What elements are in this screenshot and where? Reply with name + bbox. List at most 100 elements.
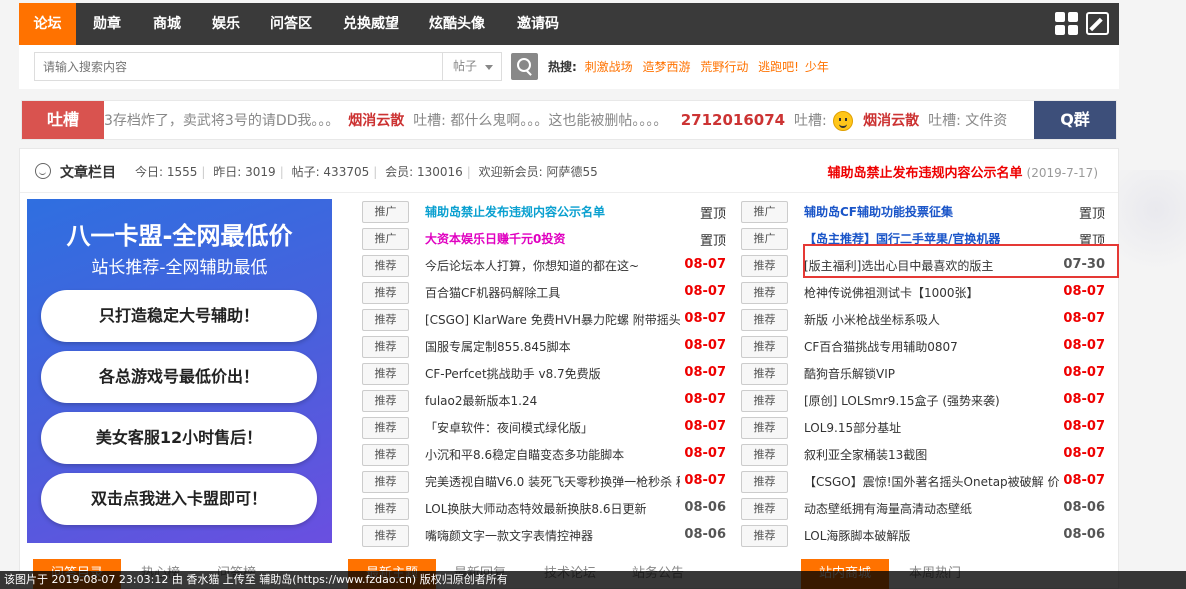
- thread-row[interactable]: 推荐 「安卓软件：夜间模式绿化版」 08-07: [362, 415, 726, 442]
- thread-title-link[interactable]: 今后论坛本人打算，你想知道的都在这~: [425, 257, 639, 274]
- nav-item-forum[interactable]: 论坛: [19, 3, 76, 45]
- hot-search-term[interactable]: 荒野行动: [700, 60, 748, 74]
- thread-row[interactable]: 推荐 动态壁纸拥有海量高清动态壁纸 08-06: [741, 496, 1105, 523]
- thread-tag-button[interactable]: 推荐: [362, 498, 409, 520]
- thread-row[interactable]: 推荐 嘴嗨颜文字一款文字表情控神器 08-06: [362, 523, 726, 550]
- thread-title-link[interactable]: 叙利亚全家桶装13截图: [804, 446, 927, 463]
- thread-tag-button[interactable]: 推荐: [741, 309, 788, 331]
- thread-row[interactable]: 推荐 酷狗音乐解锁VIP 08-07: [741, 361, 1105, 388]
- hot-search-term[interactable]: 逃跑吧!: [758, 60, 799, 74]
- thread-title-link[interactable]: CF百合猫挑战专用辅助0807: [804, 338, 958, 355]
- thread-row[interactable]: 推荐 叙利亚全家桶装13截图 08-07: [741, 442, 1105, 469]
- thread-title-link[interactable]: 「安卓软件：夜间模式绿化版」: [425, 419, 593, 436]
- notice[interactable]: 辅助岛禁止发布违规内容公示名单 (2019-7-17): [828, 162, 1098, 181]
- thread-title-link[interactable]: 嘴嗨颜文字一款文字表情控神器: [425, 527, 593, 544]
- nav-item-medals[interactable]: 勋章: [80, 3, 134, 45]
- thread-tag-button[interactable]: 推荐: [362, 336, 409, 358]
- thread-title-link[interactable]: 动态壁纸拥有海量高清动态壁纸: [804, 500, 972, 517]
- thread-row[interactable]: 推广 大资本娱乐日赚千元0投资 置顶: [362, 226, 726, 253]
- thread-tag-button[interactable]: 推广: [741, 228, 788, 250]
- thread-row[interactable]: 推荐 LOL换肤大师动态特效最新换肤8.6日更新 08-06: [362, 496, 726, 523]
- banner-button[interactable]: 各总游戏号最低价出！: [41, 351, 317, 403]
- thread-title-link[interactable]: 辅助岛CF辅助功能投票征集: [804, 203, 953, 220]
- thread-tag-button[interactable]: 推荐: [362, 525, 409, 547]
- thread-tag-button[interactable]: 推荐: [362, 471, 409, 493]
- thread-row[interactable]: 推广 辅助岛禁止发布违规内容公示名单 置顶: [362, 199, 726, 226]
- thread-title-link[interactable]: 【CSGO】震惊!国外著名摇头Onetap被破解 价值170元: [804, 473, 1089, 490]
- nav-item-exchange[interactable]: 兑换威望: [331, 3, 411, 45]
- thread-tag-button[interactable]: 推荐: [741, 336, 788, 358]
- nav-item-qa[interactable]: 问答区: [259, 3, 323, 45]
- thread-row[interactable]: 推荐 枪神传说佛祖测试卡【1000张】 08-07: [741, 280, 1105, 307]
- thread-tag-button[interactable]: 推荐: [741, 498, 788, 520]
- thread-row[interactable]: 推荐 CF百合猫挑战专用辅助0807 08-07: [741, 334, 1105, 361]
- hot-search-term[interactable]: 少年: [805, 60, 829, 74]
- nav-item-invite[interactable]: 邀请码: [505, 3, 571, 45]
- thread-tag-button[interactable]: 推广: [362, 228, 409, 250]
- thread-row[interactable]: 推荐 LOL海豚脚本破解版 08-06: [741, 523, 1105, 550]
- thread-tag-button[interactable]: 推荐: [741, 282, 788, 304]
- thread-tag-button[interactable]: 推荐: [362, 444, 409, 466]
- nav-item-avatars[interactable]: 炫酷头像: [417, 3, 497, 45]
- thread-title-link[interactable]: [原创] LOLSmr9.15盒子 (强势来袭): [804, 392, 1000, 409]
- search-input[interactable]: [34, 52, 462, 81]
- marquee-message[interactable]: 3存档炸了，卖武将3号的请DD我。。。: [104, 113, 339, 129]
- thread-tag-button[interactable]: 推荐: [741, 471, 788, 493]
- thread-title-link[interactable]: 辅助岛禁止发布违规内容公示名单: [425, 203, 605, 220]
- thread-tag-button[interactable]: 推荐: [362, 309, 409, 331]
- marquee-user[interactable]: 烟消云散: [863, 113, 919, 129]
- thread-row[interactable]: 推荐 【CSGO】震惊!国外著名摇头Onetap被破解 价值170元 08-07: [741, 469, 1105, 496]
- thread-title-link[interactable]: CF-Perfcet挑战助手 v8.7免费版: [425, 365, 601, 382]
- thread-tag-button[interactable]: 推荐: [362, 255, 409, 277]
- thread-row[interactable]: 推荐 完美透视自瞄V6.0 装死飞天零秒换弹一枪秒杀 稳定无敌 08-07: [362, 469, 726, 496]
- thread-tag-button[interactable]: 推广: [741, 201, 788, 223]
- grid-menu-icon[interactable]: [1055, 12, 1078, 35]
- thread-tag-button[interactable]: 推荐: [362, 363, 409, 385]
- thread-title-link[interactable]: 新版 小米枪战坐标系吸人: [804, 311, 940, 328]
- banner-button[interactable]: 双击点我进入卡盟即可！: [41, 473, 317, 525]
- hot-search-term[interactable]: 刺激战场: [585, 60, 633, 74]
- thread-title-link[interactable]: 酷狗音乐解锁VIP: [804, 365, 895, 382]
- thread-tag-button[interactable]: 推荐: [362, 390, 409, 412]
- banner-button[interactable]: 只打造稳定大号辅助！: [41, 290, 317, 342]
- thread-row[interactable]: 推荐 LOL9.15部分基址 08-07: [741, 415, 1105, 442]
- stat-welcome[interactable]: 欢迎新会员: 阿萨德55: [479, 165, 598, 179]
- thread-title-link[interactable]: 枪神传说佛祖测试卡【1000张】: [804, 284, 979, 301]
- thread-tag-button[interactable]: 推荐: [741, 444, 788, 466]
- thread-tag-button[interactable]: 推荐: [741, 417, 788, 439]
- thread-row[interactable]: 推荐 百合猫CF机器码解除工具 08-07: [362, 280, 726, 307]
- thread-row[interactable]: 推荐 国服专属定制855.845脚本 08-07: [362, 334, 726, 361]
- thread-title-link[interactable]: LOL9.15部分基址: [804, 419, 901, 436]
- banner-button[interactable]: 美女客服12小时售后！: [41, 412, 317, 464]
- thread-title-link[interactable]: LOL海豚脚本破解版: [804, 527, 910, 544]
- thread-title-link[interactable]: 完美透视自瞄V6.0 装死飞天零秒换弹一枪秒杀 稳定无敌: [425, 473, 710, 490]
- promo-banner[interactable]: 八一卡盟-全网最低价 站长推荐-全网辅助最低 只打造稳定大号辅助！ 各总游戏号最…: [27, 199, 332, 543]
- thread-title-link[interactable]: 国服专属定制855.845脚本: [425, 338, 571, 355]
- nav-item-shop[interactable]: 商城: [140, 3, 194, 45]
- marquee-user[interactable]: 烟消云散: [348, 113, 404, 129]
- thread-tag-button[interactable]: 推荐: [741, 363, 788, 385]
- thread-title-link[interactable]: [CSGO] KlarWare 免费HVH暴力陀螺 附带摇头教程 2020: [425, 311, 710, 328]
- search-button[interactable]: [511, 53, 538, 80]
- thread-row[interactable]: 推荐 今后论坛本人打算，你想知道的都在这~ 08-07: [362, 253, 726, 280]
- thread-row[interactable]: 推广 辅助岛CF辅助功能投票征集 置顶: [741, 199, 1105, 226]
- thread-row[interactable]: 推荐 CF-Perfcet挑战助手 v8.7免费版 08-07: [362, 361, 726, 388]
- marquee-message[interactable]: 都什么鬼啊。。。这也能被删帖。。。。: [450, 113, 667, 129]
- thread-tag-button[interactable]: 推荐: [741, 525, 788, 547]
- thread-row[interactable]: 推荐 小沉和平8.6稳定自瞄变态多功能脚本 08-07: [362, 442, 726, 469]
- marquee-message[interactable]: 文件资: [965, 113, 1007, 129]
- thread-row[interactable]: 推荐 [CSGO] KlarWare 免费HVH暴力陀螺 附带摇头教程 2020 0…: [362, 307, 726, 334]
- thread-row[interactable]: 推荐 新版 小米枪战坐标系吸人 08-07: [741, 307, 1105, 334]
- thread-row[interactable]: 推荐 fulao2最新版本1.24 08-07: [362, 388, 726, 415]
- thread-tag-button[interactable]: 推荐: [741, 390, 788, 412]
- qq-group-button[interactable]: Q群: [1034, 101, 1116, 139]
- thread-title-link[interactable]: fulao2最新版本1.24: [425, 392, 537, 409]
- thread-tag-button[interactable]: 推荐: [362, 417, 409, 439]
- thread-tag-button[interactable]: 推广: [362, 201, 409, 223]
- notice-link[interactable]: 辅助岛禁止发布违规内容公示名单: [828, 166, 1023, 181]
- thread-title-link[interactable]: 小沉和平8.6稳定自瞄变态多功能脚本: [425, 446, 624, 463]
- thread-tag-button[interactable]: 推荐: [362, 282, 409, 304]
- edit-post-icon[interactable]: [1086, 12, 1109, 35]
- thread-title-link[interactable]: 百合猫CF机器码解除工具: [425, 284, 560, 301]
- thread-tag-button[interactable]: 推荐: [741, 255, 788, 277]
